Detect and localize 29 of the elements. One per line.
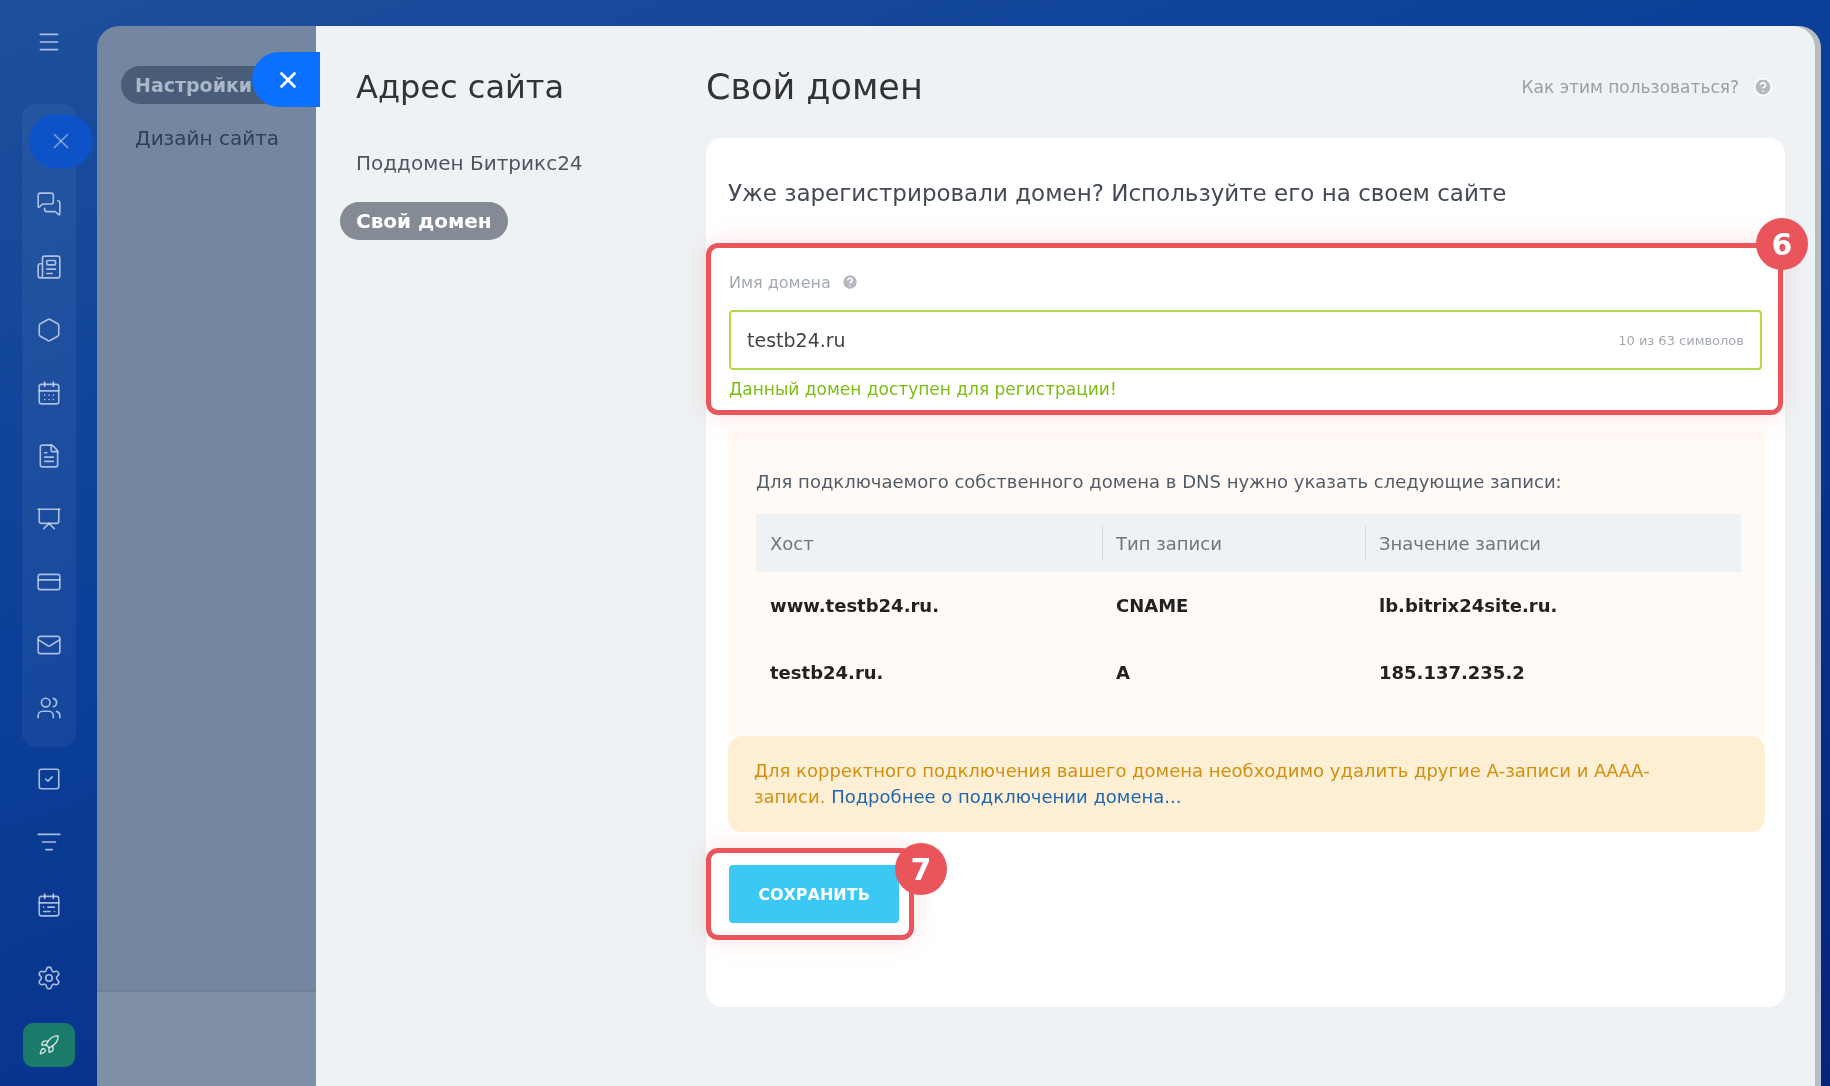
warning-message: Для корректного подключения вашего домена необходимо удалить другие А-записи и АААА-записи. Подробнее о подключении домена... (728, 736, 1765, 832)
column-header: Хост (756, 514, 1102, 572)
dns-intro: Для подключаемого собственного домена в DNS нужно указать следующие записи: (756, 471, 1563, 492)
nav-item[interactable]: Поддомен Битрикс24 (340, 144, 599, 182)
input-value: testb24.ru (747, 329, 846, 351)
domain-input-field[interactable]: testb24.ru 10 из 63 символов (729, 310, 1762, 370)
table-cell-text: testb24.ru. (769, 661, 885, 685)
section-title: Адрес сайта (355, 67, 566, 108)
table-cell-text: 185.137.235.2 (1378, 661, 1526, 685)
table-cell-text: CNAME (1115, 594, 1190, 618)
step-badge: 7 (895, 843, 947, 895)
step-badge: 6 (1756, 218, 1808, 270)
table-cell-text: www.testb24.ru. (769, 594, 940, 618)
field-label: Имя домена (729, 272, 831, 292)
column-header: Тип записи (1102, 514, 1365, 572)
table-cell-text: lb.bitrix24site.ru. (1378, 594, 1559, 618)
menu-item[interactable]: Дизайн сайта (135, 126, 316, 150)
page-title: Свой домен (706, 67, 923, 107)
rocket-icon[interactable] (22, 1023, 75, 1067)
character-counter: 10 из 63 символов (1618, 332, 1744, 348)
status-message: Данный домен доступен для регистрации! (729, 378, 1118, 401)
card-heading: Уже зарегистрировали домен? Используйте его на своем сайте (727, 179, 1508, 208)
close-button[interactable] (252, 52, 320, 107)
table-cell-text: A (1115, 661, 1131, 685)
help-link[interactable]: Как этим пользоваться? (1521, 77, 1739, 97)
help-link[interactable]: Подробнее о подключении домена... (831, 786, 1182, 807)
column-header: Значение записи (1365, 514, 1741, 572)
nav-item[interactable]: Свой домен (340, 202, 508, 240)
save-button[interactable]: СОХРАНИТЬ (729, 865, 899, 923)
